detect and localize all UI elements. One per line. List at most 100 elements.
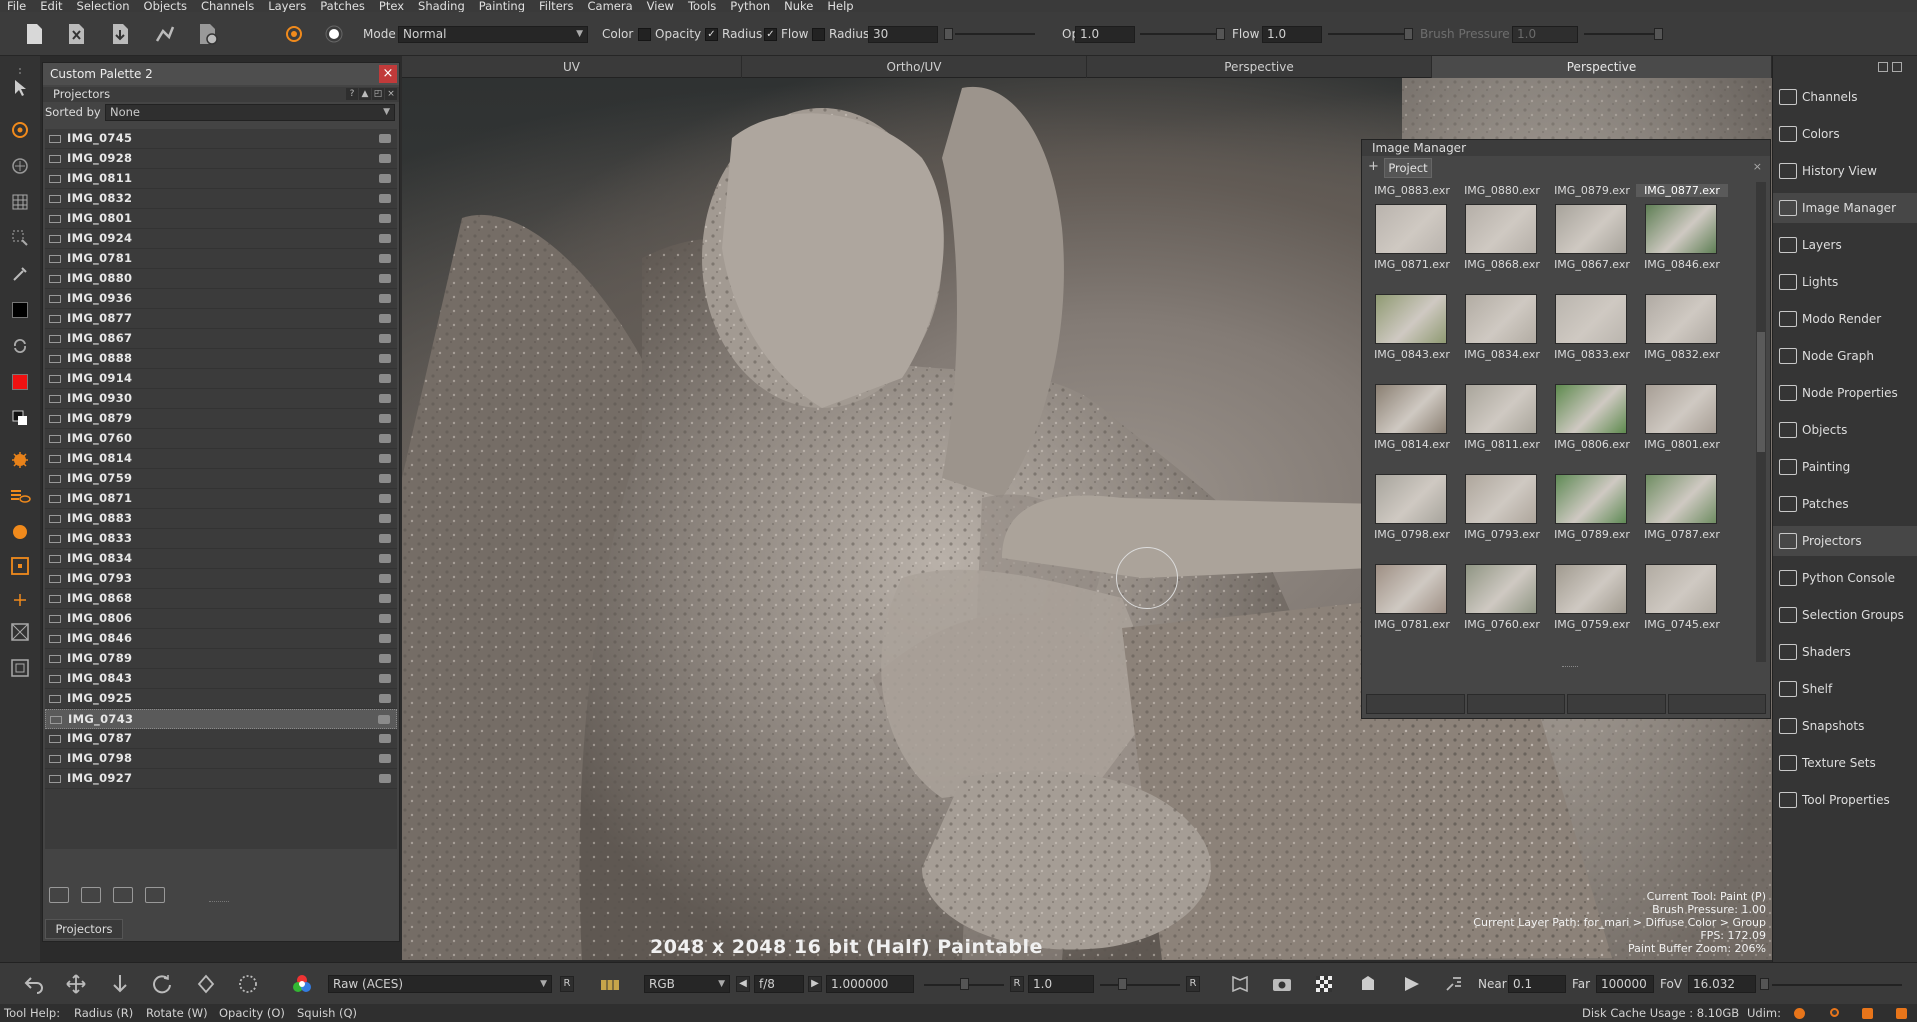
new-project-icon[interactable]: [20, 20, 48, 48]
sidebar-item-projectors[interactable]: Projectors: [1773, 526, 1917, 556]
menu-layers[interactable]: Layers: [261, 0, 313, 12]
menu-objects[interactable]: Objects: [137, 0, 194, 12]
projector-row[interactable]: IMG_0814: [45, 449, 397, 469]
menu-ptex[interactable]: Ptex: [372, 0, 411, 12]
menu-file[interactable]: File: [0, 0, 33, 12]
fstop-field[interactable]: f/8: [754, 975, 804, 993]
uv-view-icon[interactable]: [1226, 970, 1254, 998]
eyedropper-icon[interactable]: [6, 260, 34, 288]
sidebar-item-shaders[interactable]: Shaders: [1773, 637, 1917, 667]
image-item[interactable]: IMG_0789.exr: [1546, 474, 1636, 564]
sidebar-item-selection-groups[interactable]: Selection Groups: [1773, 600, 1917, 630]
sidebar-item-modo-render[interactable]: Modo Render: [1773, 304, 1917, 334]
image-item[interactable]: IMG_0843.exr: [1366, 294, 1456, 384]
import-image-button[interactable]: [1366, 694, 1465, 714]
projector-row[interactable]: IMG_0833: [45, 529, 397, 549]
menu-selection[interactable]: Selection: [70, 0, 137, 12]
swap-colors-icon[interactable]: [6, 332, 34, 360]
image-thumbnail[interactable]: [1645, 564, 1717, 614]
sidebar-item-node-properties[interactable]: Node Properties: [1773, 378, 1917, 408]
image-item[interactable]: IMG_0759.exr: [1546, 564, 1636, 654]
tab-ortho-uv-1[interactable]: Ortho/UV: [742, 56, 1087, 78]
sidebar-item-layers[interactable]: Layers: [1773, 230, 1917, 260]
paint-sphere-icon[interactable]: [6, 518, 34, 546]
visibility-icon[interactable]: [379, 434, 391, 443]
opacity-slider-knob[interactable]: [1216, 28, 1225, 40]
image-thumbnail[interactable]: [1555, 564, 1627, 614]
visibility-icon[interactable]: [379, 294, 391, 303]
unproject-icon[interactable]: [113, 887, 133, 903]
image-thumbnail[interactable]: [1645, 474, 1717, 524]
visibility-icon[interactable]: [379, 474, 391, 483]
sidebar-item-patches[interactable]: Patches: [1773, 489, 1917, 519]
restore-icon[interactable]: ◰: [372, 88, 384, 100]
image-item[interactable]: IMG_0833.exr: [1546, 294, 1636, 384]
projector-row[interactable]: IMG_0871: [45, 489, 397, 509]
snapshot-icon[interactable]: [6, 654, 34, 682]
status-box-icon[interactable]: [1896, 1008, 1907, 1019]
image-item[interactable]: IMG_0832.exr: [1636, 294, 1726, 384]
exposure-slider-knob[interactable]: [960, 978, 969, 990]
visibility-icon[interactable]: [379, 254, 391, 263]
fov-slider[interactable]: [1772, 984, 1902, 986]
projector-row[interactable]: IMG_0928: [45, 149, 397, 169]
resize-grip-icon[interactable]: [1562, 666, 1578, 668]
visibility-icon[interactable]: [379, 194, 391, 203]
visibility-icon[interactable]: [379, 174, 391, 183]
tab-uv-0[interactable]: UV: [402, 56, 742, 78]
projector-row[interactable]: IMG_0883: [45, 509, 397, 529]
visibility-icon[interactable]: [379, 774, 391, 783]
grid-select-icon[interactable]: [6, 188, 34, 216]
gain-field[interactable]: 1.0: [1028, 975, 1094, 993]
image-item[interactable]: IMG_0834.exr: [1456, 294, 1546, 384]
project-icon[interactable]: [81, 887, 101, 903]
checker-icon[interactable]: [1310, 970, 1338, 998]
image-thumbnail[interactable]: [1465, 384, 1537, 434]
image-manager-scrollbar[interactable]: [1756, 182, 1766, 662]
image-name[interactable]: IMG_0879.exr: [1546, 184, 1638, 197]
restore-icon[interactable]: [1878, 62, 1888, 72]
projector-row[interactable]: IMG_0925: [45, 689, 397, 709]
colorspace-dropdown[interactable]: Raw (ACES) ▼: [328, 975, 552, 993]
visibility-icon[interactable]: [379, 614, 391, 623]
image-name[interactable]: IMG_0877.exr: [1636, 184, 1728, 197]
menu-tools[interactable]: Tools: [681, 0, 723, 12]
projector-row[interactable]: IMG_0759: [45, 469, 397, 489]
paint-buffer-icon[interactable]: [1440, 970, 1468, 998]
visibility-icon[interactable]: [379, 734, 391, 743]
brush-pressure-field[interactable]: 1.0: [1512, 26, 1578, 43]
clone-stamp-icon[interactable]: [6, 152, 34, 180]
close-icon[interactable]: ×: [379, 65, 397, 83]
projector-row[interactable]: IMG_0760: [45, 429, 397, 449]
projector-row[interactable]: IMG_0867: [45, 329, 397, 349]
projection-eye-icon[interactable]: [6, 482, 34, 510]
visibility-icon[interactable]: [379, 374, 391, 383]
image-item[interactable]: IMG_0781.exr: [1366, 564, 1456, 654]
sidebar-item-snapshots[interactable]: Snapshots: [1773, 711, 1917, 741]
status-ring-icon[interactable]: [1830, 1008, 1839, 1017]
save-project-icon[interactable]: [106, 20, 134, 48]
projector-row[interactable]: IMG_0877: [45, 309, 397, 329]
projector-row[interactable]: IMG_0936: [45, 289, 397, 309]
menu-view[interactable]: View: [640, 0, 681, 12]
projector-row[interactable]: IMG_0789: [45, 649, 397, 669]
image-name[interactable]: IMG_0880.exr: [1456, 184, 1548, 197]
visibility-icon[interactable]: [379, 214, 391, 223]
projector-row[interactable]: IMG_0834: [45, 549, 397, 569]
menu-nuke[interactable]: Nuke: [777, 0, 820, 12]
image-thumbnail[interactable]: [1375, 564, 1447, 614]
step-left-button[interactable]: ◀: [736, 976, 750, 992]
down-arrow-icon[interactable]: [106, 970, 134, 998]
delete-image-button[interactable]: [1667, 694, 1766, 714]
visibility-icon[interactable]: [379, 234, 391, 243]
projector-row[interactable]: IMG_0924: [45, 229, 397, 249]
fov-field[interactable]: 16.032: [1688, 975, 1756, 993]
menu-help[interactable]: Help: [820, 0, 860, 12]
menu-channels[interactable]: Channels: [194, 0, 261, 12]
channel-dropdown[interactable]: RGB ▼: [644, 975, 730, 993]
close-tab-icon[interactable]: ×: [1753, 160, 1762, 173]
project-settings-icon[interactable]: [194, 20, 222, 48]
projector-row[interactable]: IMG_0846: [45, 629, 397, 649]
sidebar-item-objects[interactable]: Objects: [1773, 415, 1917, 445]
image-item[interactable]: IMG_0867.exr: [1546, 204, 1636, 294]
